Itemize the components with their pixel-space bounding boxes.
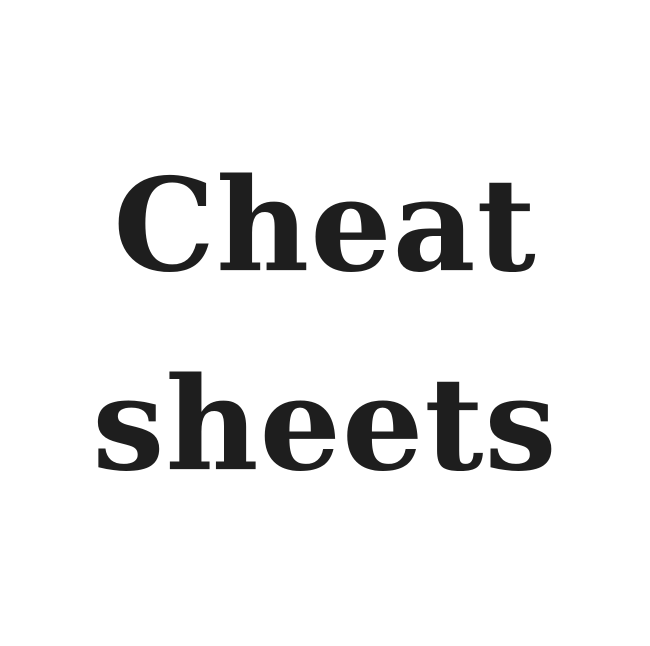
- title-card: Cheat sheets: [0, 0, 650, 646]
- title-line-1: Cheat: [113, 151, 537, 301]
- title-line-2: sheets: [92, 350, 558, 500]
